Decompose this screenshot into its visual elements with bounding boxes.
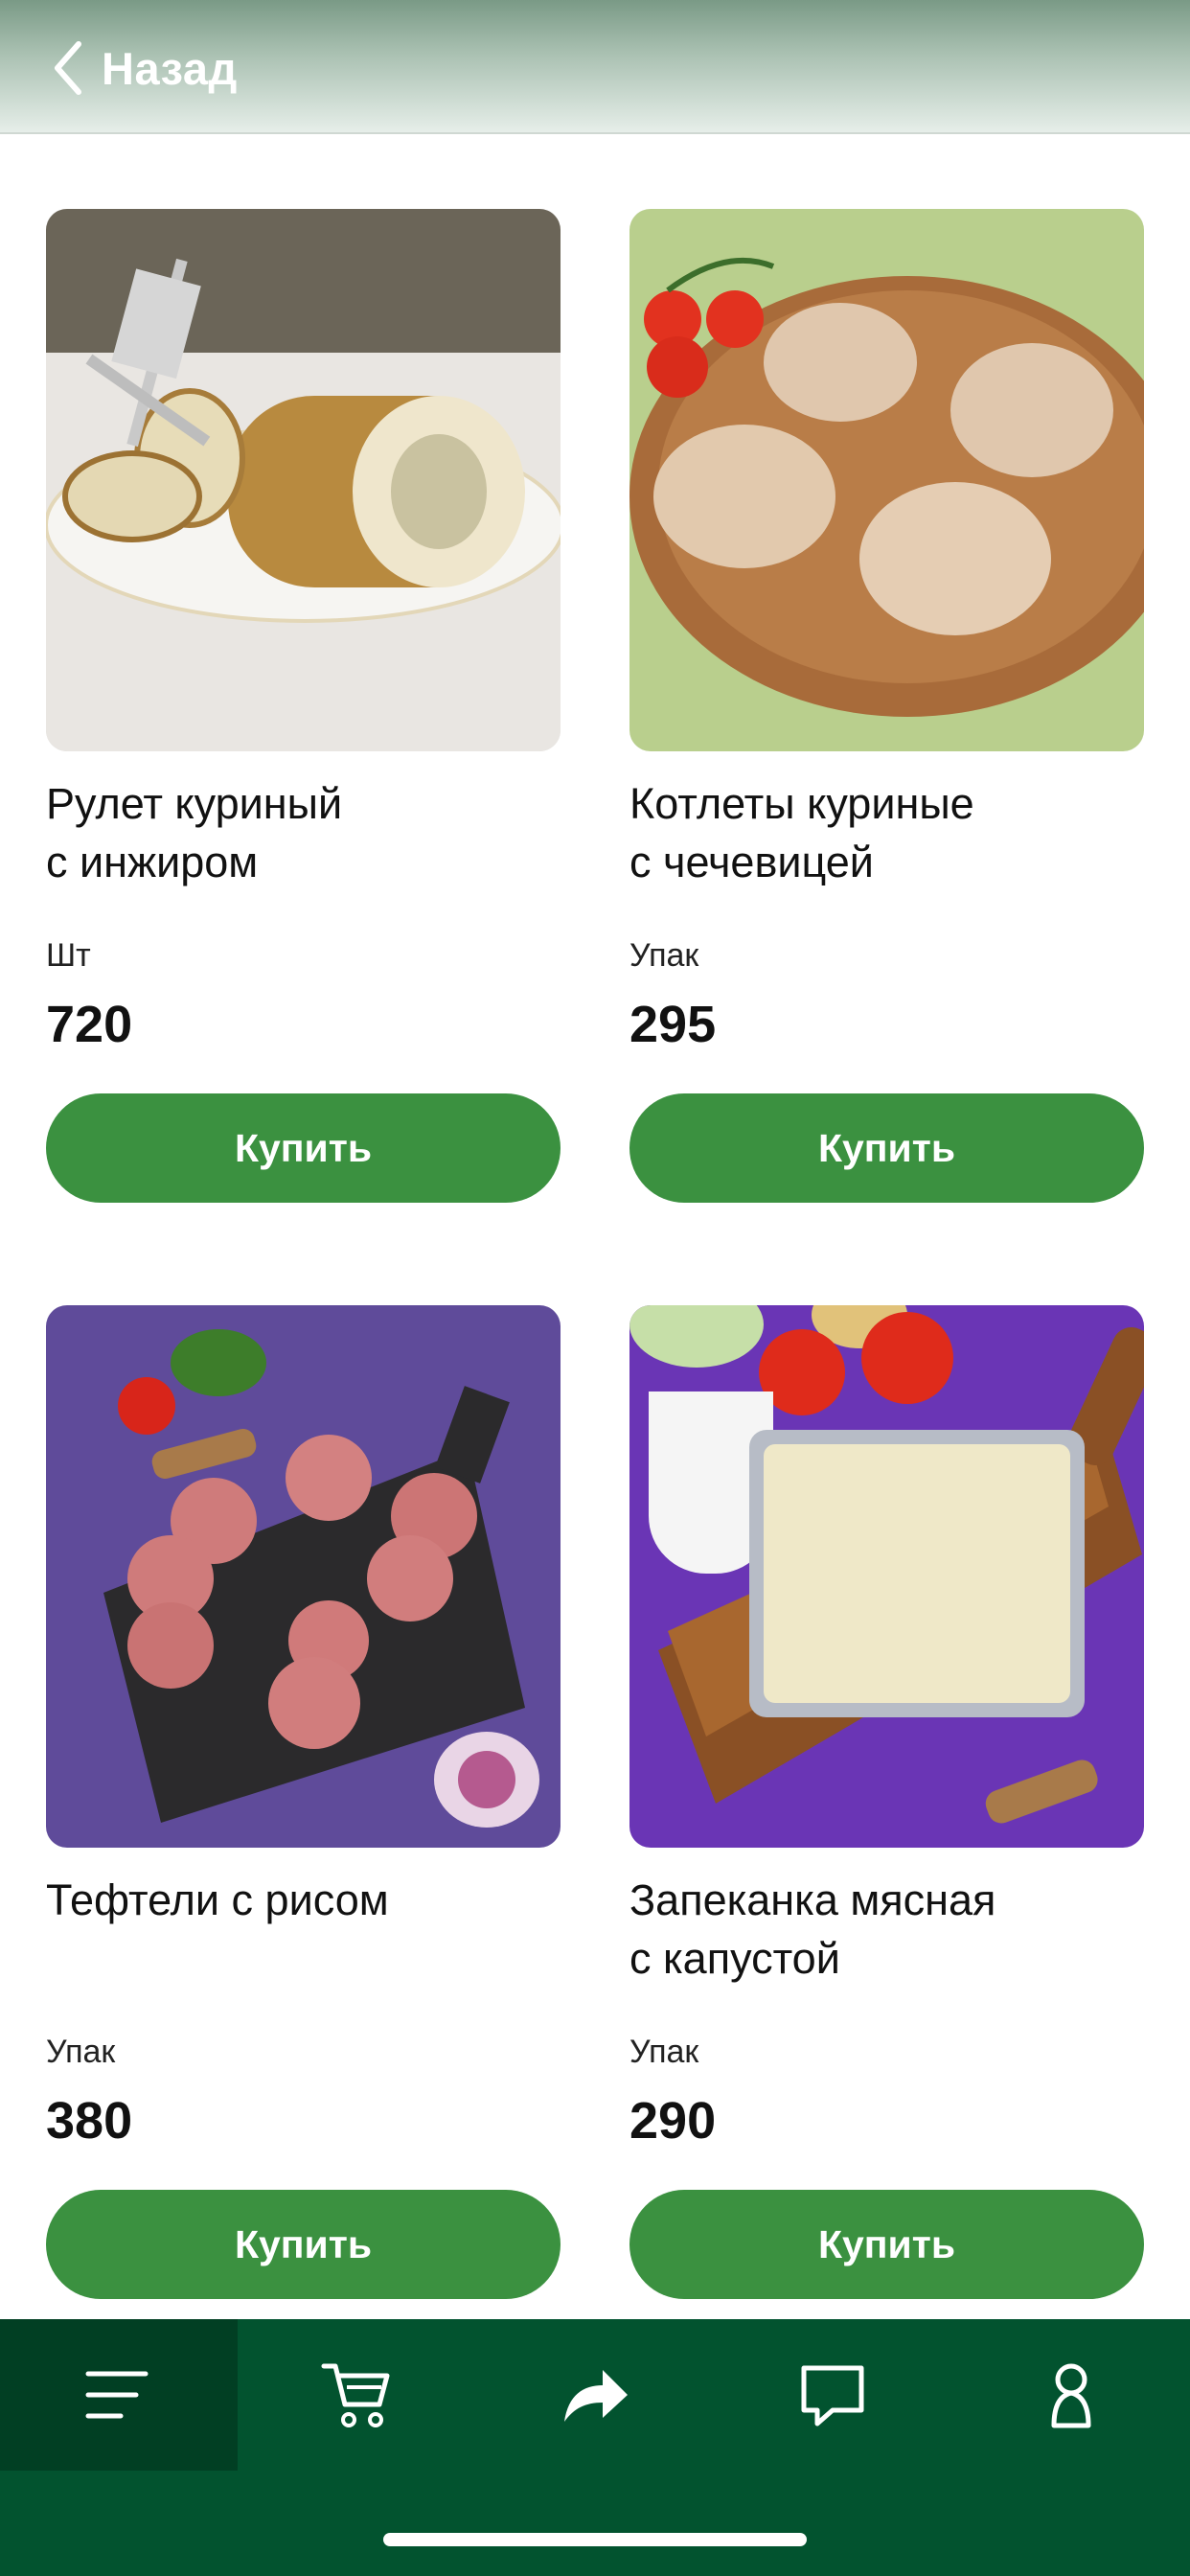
header: Назад (0, 0, 1190, 134)
product-unit: Упак (629, 2034, 699, 2070)
product-title[interactable]: Запеканка мясная с капустой (629, 1871, 1144, 1988)
product-image[interactable] (46, 1305, 561, 1848)
chat-icon (801, 2365, 864, 2426)
product-unit: Упак (46, 2034, 116, 2070)
back-label: Назад (102, 42, 238, 94)
tab-share[interactable] (476, 2319, 714, 2471)
product-unit: Упак (629, 937, 699, 974)
tab-menu[interactable] (0, 2319, 238, 2471)
product-price: 380 (46, 2092, 133, 2150)
profile-icon (1051, 2363, 1091, 2428)
buy-button[interactable]: Купить (629, 2190, 1144, 2299)
tab-chat[interactable] (714, 2319, 951, 2471)
product-price: 290 (629, 2092, 717, 2150)
cart-icon (321, 2363, 390, 2427)
back-button[interactable]: Назад (50, 34, 238, 102)
product-image[interactable] (46, 209, 561, 751)
home-indicator (383, 2533, 807, 2546)
product-price: 295 (629, 996, 717, 1053)
share-icon (564, 2370, 628, 2422)
product-image[interactable] (629, 1305, 1144, 1848)
buy-button[interactable]: Купить (629, 1093, 1144, 1203)
product-title[interactable]: Тефтели с рисом (46, 1871, 561, 1929)
product-card[interactable]: Рулет куриный с инжиром Шт 720 Купить (46, 209, 561, 1203)
product-price: 720 (46, 996, 133, 1053)
menu-icon (85, 2371, 149, 2419)
product-image[interactable] (629, 209, 1144, 751)
product-card[interactable]: Запеканка мясная с капустой Упак 290 Куп… (629, 1305, 1144, 2299)
product-list-screen: Назад Рулет куриный с инжиром Шт 720 Куп… (0, 0, 1190, 2576)
product-title[interactable]: Рулет куриный с инжиром (46, 774, 561, 891)
product-unit: Шт (46, 937, 91, 974)
product-card[interactable]: Котлеты куриные с чечевицей Упак 295 Куп… (629, 209, 1144, 1203)
buy-button[interactable]: Купить (46, 1093, 561, 1203)
buy-button[interactable]: Купить (46, 2190, 561, 2299)
product-title[interactable]: Котлеты куриные с чечевицей (629, 774, 1144, 891)
tab-profile[interactable] (952, 2319, 1190, 2471)
tab-cart[interactable] (238, 2319, 475, 2471)
product-card[interactable]: Тефтели с рисом Упак 380 Купить (46, 1305, 561, 2299)
chevron-left-icon (55, 41, 81, 95)
